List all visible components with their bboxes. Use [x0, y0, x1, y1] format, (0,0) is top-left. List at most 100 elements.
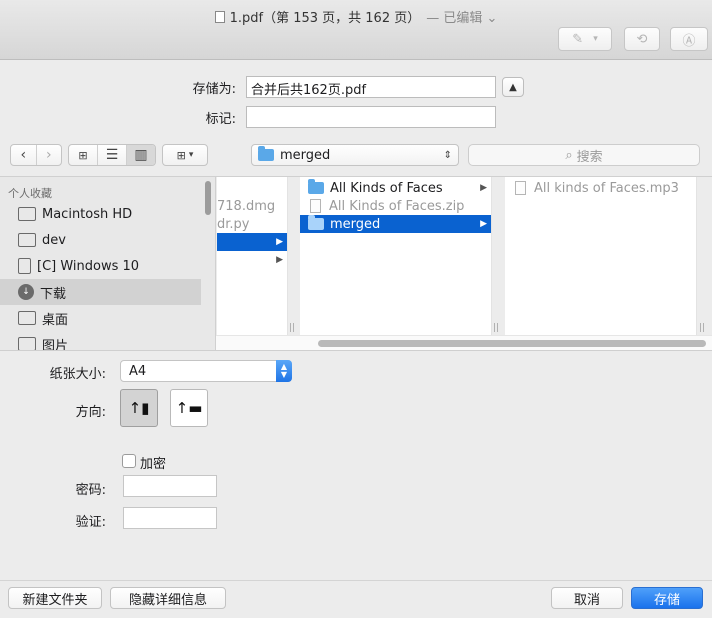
- desktop-icon: [18, 311, 36, 325]
- pdf-options: 纸张大小: A4 ▲ ▼ 方向: ↑▮ ↑▬ 加密 密码: 验证:: [0, 350, 712, 580]
- list-item[interactable]: ▶: [217, 251, 287, 269]
- back-forward-control: ‹ ›: [10, 144, 62, 166]
- disclosure-arrow-icon: ▶: [276, 255, 283, 265]
- location-label: merged: [280, 147, 331, 163]
- window-titlebar: 1.pdf（第 153 页，共 162 页） — 已编辑 ⌄ ✎ ▾ ⟲ Ⓐ: [0, 0, 712, 60]
- sidebar: 个人收藏 Macintosh HD dev [C] Windows 10 ↓ 下…: [0, 177, 216, 351]
- download-icon: ↓: [18, 284, 34, 300]
- search-field[interactable]: ⌕ 搜索: [468, 144, 700, 166]
- folder-icon: [18, 233, 36, 247]
- list-item[interactable]: 718.dmg: [217, 197, 287, 215]
- sidebar-item-dev[interactable]: dev: [0, 227, 201, 253]
- sidebar-item-label: 下载: [40, 286, 67, 302]
- sidebar-item-pictures[interactable]: 图片: [0, 331, 201, 351]
- columns-icon: ▥: [134, 147, 148, 163]
- updown-chevron-icon: ▲ ▼: [276, 360, 292, 382]
- list-item-selected[interactable]: ▶: [217, 233, 287, 251]
- cancel-button[interactable]: 取消: [551, 587, 623, 609]
- list-item[interactable]: All Kinds of Faces ▶: [300, 179, 491, 197]
- paper-size-select[interactable]: A4 ▲ ▼: [120, 360, 292, 382]
- back-button[interactable]: ‹: [11, 145, 37, 165]
- new-folder-button[interactable]: 新建文件夹: [8, 587, 102, 609]
- tags-field[interactable]: [246, 106, 496, 128]
- list-item[interactable]: All Kinds of Faces.zip: [300, 197, 491, 215]
- bottom-bar: 新建文件夹 隐藏详细信息 取消 存储: [0, 580, 712, 618]
- sidebar-item-label: 图片: [42, 338, 69, 352]
- sidebar-item-label: [C] Windows 10: [37, 258, 140, 274]
- password-label: 密码:: [75, 483, 106, 498]
- disclosure-arrow-icon: ▶: [276, 237, 283, 247]
- view-mode-control: ⊞ ☰ ▥: [68, 144, 156, 166]
- password-field[interactable]: [123, 475, 217, 497]
- sidebar-item-downloads[interactable]: ↓ 下载: [0, 279, 201, 305]
- list-item-selected[interactable]: merged ▶: [300, 215, 491, 233]
- search-placeholder: 搜索: [576, 149, 603, 165]
- sidebar-item-macintosh-hd[interactable]: Macintosh HD: [0, 201, 201, 227]
- disclosure-arrow-icon: ▶: [480, 219, 487, 229]
- chevron-up-icon: ▲: [509, 81, 517, 93]
- sidebar-item-desktop[interactable]: 桌面: [0, 305, 201, 331]
- browser-column-3: All kinds of Faces.mp3: [505, 177, 697, 335]
- rotate-button[interactable]: ⟲: [624, 27, 660, 51]
- markup-button[interactable]: ✎ ▾: [558, 27, 612, 51]
- save-button[interactable]: 存储: [631, 587, 703, 609]
- chevron-right-icon: ›: [45, 147, 52, 163]
- landscape-button[interactable]: ↑▬: [170, 389, 208, 427]
- document-icon: [214, 11, 225, 23]
- chevron-down-icon: ▾: [188, 150, 194, 160]
- collapse-button[interactable]: ▲: [502, 77, 524, 97]
- sidebar-item-label: 桌面: [42, 312, 69, 328]
- disclosure-arrow-icon: ▶: [480, 183, 487, 193]
- paper-size-value: A4: [129, 363, 147, 379]
- save-as-label: 存储为:: [192, 82, 236, 97]
- list-view-button[interactable]: ☰: [98, 145, 127, 165]
- edited-status[interactable]: — 已编辑 ⌄: [426, 11, 497, 26]
- save-sheet: 存储为: 合并后共162页.pdf ▲ 标记: ‹ › ⊞ ☰ ▥ ⊞ ▾ mer…: [0, 60, 712, 351]
- landscape-icon: ↑▬: [175, 399, 203, 417]
- sidebar-item-label: dev: [42, 232, 66, 248]
- verify-label: 验证:: [75, 515, 106, 530]
- location-popup[interactable]: merged ⇕: [251, 144, 459, 166]
- portrait-icon: ↑▮: [128, 399, 150, 417]
- group-by-button[interactable]: ⊞ ▾: [162, 144, 208, 166]
- zip-file-icon: [310, 199, 321, 213]
- sidebar-item-label: Macintosh HD: [42, 206, 133, 222]
- audio-file-icon: [515, 181, 526, 195]
- encrypt-label: 加密: [140, 457, 167, 472]
- updown-chevron-icon: ⇕: [443, 149, 452, 161]
- scrollbar-thumb[interactable]: [318, 340, 706, 347]
- list-item[interactable]: All kinds of Faces.mp3: [505, 179, 696, 197]
- encrypt-checkbox[interactable]: [122, 454, 136, 468]
- orientation-label: 方向:: [75, 405, 106, 420]
- column-view-button[interactable]: ▥: [127, 145, 155, 165]
- forward-button[interactable]: ›: [37, 145, 62, 165]
- sidebar-item-windows[interactable]: [C] Windows 10: [0, 253, 201, 279]
- list-item[interactable]: dr.py: [217, 215, 287, 233]
- chevron-left-icon: ‹: [20, 147, 27, 163]
- search-icon: ⌕: [565, 147, 573, 163]
- hard-drive-icon: [18, 207, 36, 221]
- portrait-button[interactable]: ↑▮: [120, 389, 158, 427]
- annotate-button[interactable]: Ⓐ: [670, 27, 708, 51]
- icon-view-button[interactable]: ⊞: [69, 145, 98, 165]
- file-browser: 个人收藏 Macintosh HD dev [C] Windows 10 ↓ 下…: [0, 176, 712, 351]
- title-text: 1.pdf（第 153 页，共 162 页）: [229, 11, 421, 26]
- verify-field[interactable]: [123, 507, 217, 529]
- browser-column-1: 718.dmg dr.py ▶ ▶ ||: [217, 177, 288, 335]
- horizontal-scrollbar[interactable]: [216, 335, 712, 351]
- group-icon: ⊞: [176, 148, 186, 162]
- list-icon: ☰: [105, 147, 119, 163]
- hide-details-button[interactable]: 隐藏详细信息: [110, 587, 226, 609]
- tags-label: 标记:: [205, 112, 236, 127]
- browser-column-2: All Kinds of Faces ▶ All Kinds of Faces.…: [300, 177, 492, 335]
- pen-icon: ✎: [572, 31, 584, 47]
- sidebar-scrollbar[interactable]: [205, 181, 211, 215]
- rotate-icon: ⟲: [636, 31, 648, 47]
- filename-field[interactable]: 合并后共162页.pdf: [246, 76, 496, 98]
- window-title: 1.pdf（第 153 页，共 162 页） — 已编辑 ⌄: [0, 7, 712, 26]
- grid-icon: ⊞: [78, 148, 88, 162]
- sidebar-heading: 个人收藏: [8, 187, 52, 200]
- group-button[interactable]: ⊞ ▾: [163, 145, 207, 165]
- chevron-down-icon: ▾: [593, 34, 598, 44]
- folder-icon: [258, 146, 274, 161]
